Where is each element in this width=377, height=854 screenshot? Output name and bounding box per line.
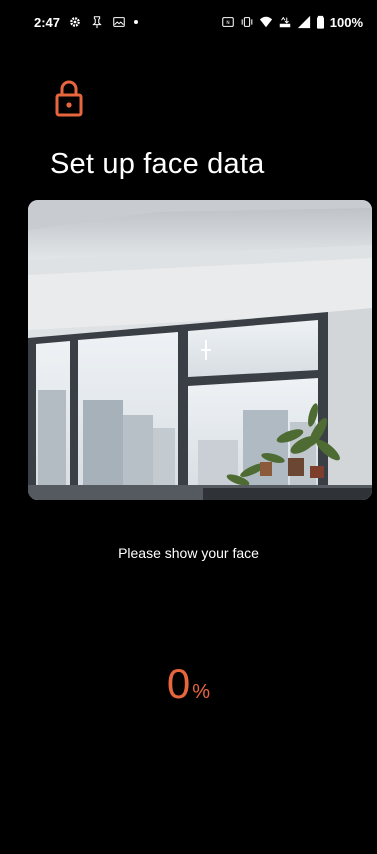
battery-percent: 100%: [329, 14, 363, 30]
gear-icon: [68, 15, 82, 29]
progress-unit: %: [192, 681, 211, 703]
status-bar: 2:47 N 100%: [0, 0, 377, 44]
svg-text:N: N: [226, 20, 229, 26]
status-right: N 100%: [221, 15, 363, 30]
pin-icon: [90, 15, 104, 29]
vibrate-icon: [240, 15, 254, 29]
data-icon: [278, 15, 292, 29]
wifi-icon: [259, 15, 273, 29]
navigation-bar: [0, 826, 377, 854]
status-time: 2:47: [34, 14, 61, 30]
battery-icon: [316, 15, 325, 29]
status-left: 2:47: [34, 14, 139, 30]
progress-value: 0: [166, 660, 191, 707]
progress-indicator: 0%: [0, 660, 377, 708]
page-title: Set up face data: [50, 148, 265, 180]
instruction-text: Please show your face: [118, 545, 259, 561]
notification-dot-icon: [134, 20, 139, 24]
lock-icon: [52, 78, 86, 118]
nfc-icon: N: [221, 15, 235, 29]
signal-icon: [297, 15, 311, 29]
camera-preview: [28, 200, 372, 500]
image-icon: [112, 15, 126, 29]
